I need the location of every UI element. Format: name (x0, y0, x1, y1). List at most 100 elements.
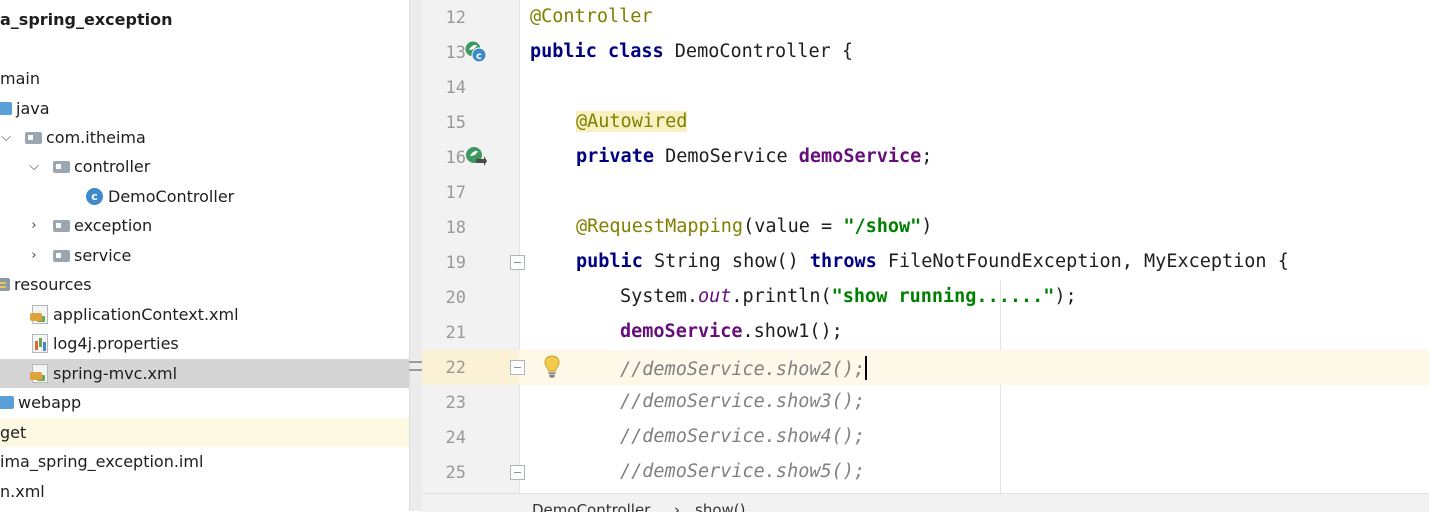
spring-bean-icon[interactable]: c (464, 40, 487, 63)
package-icon (53, 160, 70, 173)
code-line[interactable]: 16 private DemoService demoService; (422, 140, 1429, 175)
tree-item-label: main (0, 69, 40, 88)
line-number-cell: 13 c (422, 35, 519, 70)
text-caret (865, 356, 868, 380)
code-line[interactable]: 15 @Autowired (422, 105, 1429, 140)
line-number: 18 (445, 218, 466, 238)
tree-item-exception[interactable]: › exception (0, 211, 409, 240)
code-line[interactable]: 21 demoService.show1(); (422, 315, 1429, 350)
line-number-cell: 14 (422, 70, 519, 105)
tree-item-java[interactable]: java (0, 94, 409, 123)
tree-item-label: DemoController (108, 187, 235, 206)
code-text: public class DemoController { (530, 41, 853, 62)
chevron-down-icon[interactable]: ⌵ (25, 159, 43, 174)
tree-item-log4j-properties[interactable]: log4j.properties (0, 329, 409, 358)
package-icon (53, 219, 70, 232)
comment-token: //demoService.show4(); (620, 426, 866, 447)
project-tree: a_spring_exception main java ⌵ com.ithei… (0, 0, 409, 511)
tree-item-webapp[interactable]: webapp (0, 388, 409, 417)
fold-marker-icon[interactable] (510, 360, 525, 375)
code-line[interactable]: 13 c public class DemoController { (422, 35, 1429, 70)
code-line[interactable]: 18 @RequestMapping(value = "/show") (422, 210, 1429, 245)
tree-item-target[interactable]: get (0, 418, 409, 447)
keyword-token: throws (809, 251, 877, 272)
chevron-down-icon[interactable]: ⌵ (0, 130, 15, 145)
breadcrumb-item-method[interactable]: show() (695, 501, 745, 512)
line-number-cell: 12 (422, 0, 519, 35)
panel-splitter[interactable] (409, 0, 423, 511)
code-text: //demoService.show2(); (620, 356, 868, 380)
tree-item-democontroller[interactable]: c DemoController (0, 182, 409, 211)
line-number: 20 (445, 288, 466, 308)
lightbulb-icon[interactable] (541, 354, 563, 380)
line-number: 25 (445, 463, 466, 483)
tree-item-spring-mvc-xml[interactable]: spring-mvc.xml (0, 359, 409, 388)
chevron-right-icon[interactable]: › (25, 218, 43, 233)
splitter-grip[interactable] (409, 361, 422, 371)
line-number: 21 (445, 323, 466, 343)
properties-file-icon (32, 334, 48, 353)
tree-item-service[interactable]: › service (0, 241, 409, 270)
autowired-navigate-icon[interactable] (464, 145, 487, 168)
tree-item-label: n.xml (0, 482, 45, 501)
chevron-right-icon[interactable]: › (25, 248, 43, 263)
code-text: @Controller (530, 6, 653, 27)
line-number-cell: 25 (422, 455, 525, 490)
tree-item-label: ima_spring_exception.iml (0, 452, 204, 471)
tree-item-iml[interactable]: ima_spring_exception.iml (0, 447, 409, 476)
code-text: @RequestMapping(value = "/show") (576, 216, 932, 237)
line-number-cell: 15 (422, 105, 519, 140)
code-token: .println( (731, 286, 832, 307)
line-number: 22 (445, 358, 466, 378)
code-line[interactable]: 17 (422, 175, 1429, 210)
fold-marker-icon[interactable] (510, 465, 525, 480)
current-code-line[interactable]: 22 //demoService.show2(); (422, 350, 1429, 385)
static-field-token: out (697, 286, 732, 307)
tree-item-label: resources (14, 275, 92, 294)
comment-token: //demoService.show3(); (620, 391, 866, 412)
fold-marker-icon[interactable] (510, 255, 525, 270)
tree-item-controller[interactable]: ⌵ controller (0, 152, 409, 181)
line-number-cell: 16 (422, 140, 519, 175)
xml-file-icon (30, 364, 48, 383)
annotation-token: @RequestMapping (576, 216, 744, 237)
code-line[interactable]: 14 (422, 70, 1429, 105)
punct-token: ; (921, 146, 933, 167)
line-number-cell: 22 (422, 350, 525, 385)
code-line[interactable]: 20 System.out.println("show running.....… (422, 280, 1429, 315)
package-icon (53, 249, 70, 262)
comment-token: //demoService.show2(); (620, 359, 866, 380)
code-line[interactable]: 12 @Controller (422, 0, 1429, 35)
code-editor[interactable]: 12 @Controller 13 c public class DemoCon… (422, 0, 1429, 493)
code-token: System. (620, 286, 698, 307)
tree-item-project-root[interactable]: a_spring_exception (0, 5, 409, 34)
string-token: "/show" (843, 216, 922, 237)
code-token: FileNotFoundException, MyException { (876, 251, 1289, 272)
line-number: 16 (445, 148, 466, 168)
code-token: ); (1054, 286, 1077, 307)
code-line[interactable]: 25 //demoService.show5(); (422, 455, 1429, 490)
tree-item-label: com.itheima (46, 128, 146, 147)
code-line[interactable]: 24 //demoService.show4(); (422, 420, 1429, 455)
code-text: public String show() throws FileNotFound… (576, 251, 1289, 272)
keyword-token: private (576, 146, 654, 167)
line-number: 14 (445, 78, 466, 98)
code-line[interactable]: 19 public String show() throws FileNotFo… (422, 245, 1429, 280)
line-number-cell: 24 (422, 420, 519, 455)
xml-file-icon (30, 305, 48, 324)
tree-item-applicationcontext-xml[interactable]: applicationContext.xml (0, 300, 409, 329)
comment-token: //demoService.show5(); (620, 461, 866, 482)
tree-item-resources[interactable]: resources (0, 270, 409, 299)
tree-item-com-itheima[interactable]: ⌵ com.itheima (0, 123, 409, 152)
code-token: (value = (743, 216, 844, 237)
code-line[interactable]: 23 //demoService.show3(); (422, 385, 1429, 420)
tree-item-main[interactable]: main (0, 64, 409, 93)
line-number: 15 (445, 113, 466, 133)
line-number-cell: 21 (422, 315, 519, 350)
tree-item-label: applicationContext.xml (53, 305, 239, 324)
line-number: 17 (445, 183, 466, 203)
breadcrumb-item-class[interactable]: DemoController (532, 501, 650, 512)
class-icon: c (86, 188, 103, 205)
tree-item-pom-xml[interactable]: n.xml (0, 477, 409, 506)
annotation-token: @Autowired (576, 111, 688, 132)
